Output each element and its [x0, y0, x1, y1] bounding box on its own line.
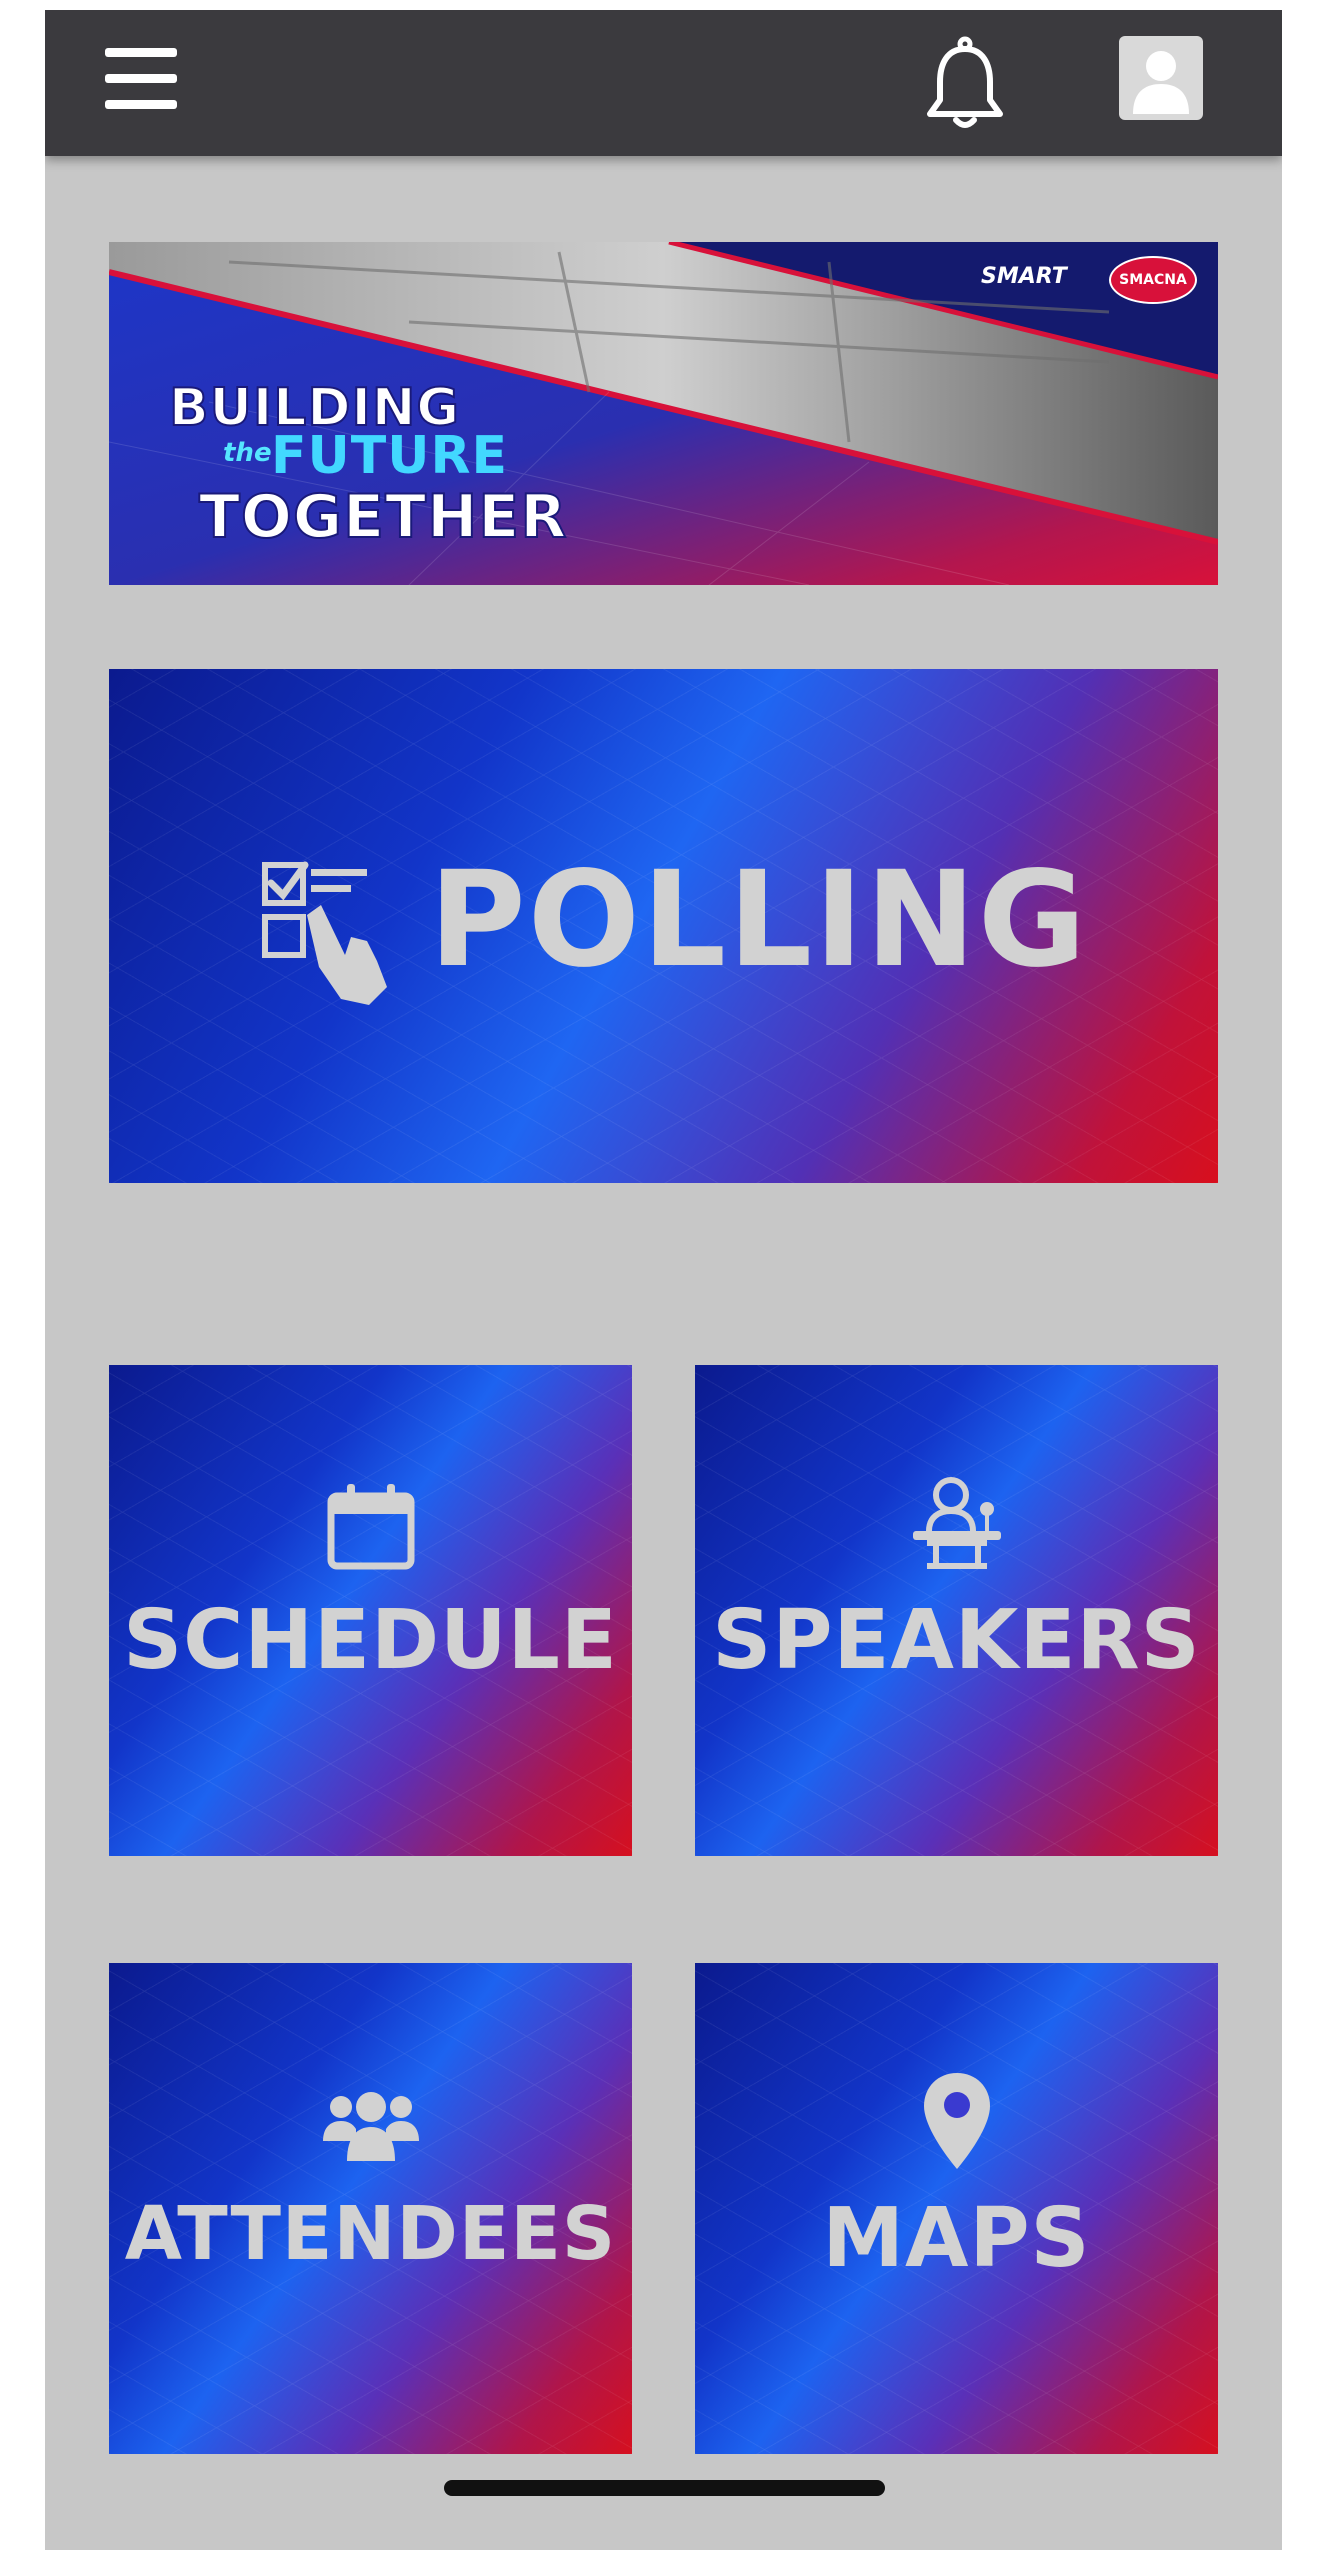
- app-screen: BUILDING the FUTURE TOGETHER SMART SMACN…: [45, 10, 1282, 2550]
- maps-tile[interactable]: MAPS: [695, 1963, 1218, 2454]
- speakers-tile[interactable]: SPEAKERS: [695, 1365, 1218, 1856]
- hamburger-menu-icon[interactable]: [105, 44, 177, 112]
- polling-tile[interactable]: POLLING: [109, 669, 1218, 1183]
- schedule-label: SCHEDULE: [123, 1593, 618, 1688]
- smacna-logo: SMACNA: [1109, 256, 1197, 304]
- speakers-label: SPEAKERS: [712, 1593, 1201, 1688]
- people-group-icon: [323, 2092, 419, 2161]
- attendees-tile[interactable]: ATTENDEES: [109, 1963, 632, 2454]
- home-indicator[interactable]: [444, 2480, 885, 2496]
- user-avatar-icon: [1133, 51, 1189, 114]
- bell-icon[interactable]: [920, 34, 1010, 134]
- attendees-label: ATTENDEES: [124, 2191, 617, 2277]
- top-app-bar: [45, 10, 1282, 156]
- banner-title-the: the: [223, 438, 272, 468]
- banner-title-future: FUTURE: [271, 426, 509, 486]
- smart-logo: SMART: [981, 264, 1067, 289]
- maps-label: MAPS: [822, 2191, 1091, 2286]
- event-banner: BUILDING the FUTURE TOGETHER SMART SMACN…: [109, 242, 1218, 585]
- profile-avatar-button[interactable]: [1119, 36, 1203, 120]
- banner-title-line3: TOGETHER: [198, 481, 568, 553]
- schedule-tile[interactable]: SCHEDULE: [109, 1365, 632, 1856]
- map-pin-icon: [924, 2073, 990, 2169]
- poll-checklist-hand-icon: [262, 861, 387, 1005]
- smacna-logo-text: SMACNA: [1119, 272, 1187, 288]
- polling-label: POLLING: [429, 843, 1089, 997]
- speaker-podium-icon: [913, 1477, 1001, 1569]
- calendar-icon: [327, 1484, 415, 1570]
